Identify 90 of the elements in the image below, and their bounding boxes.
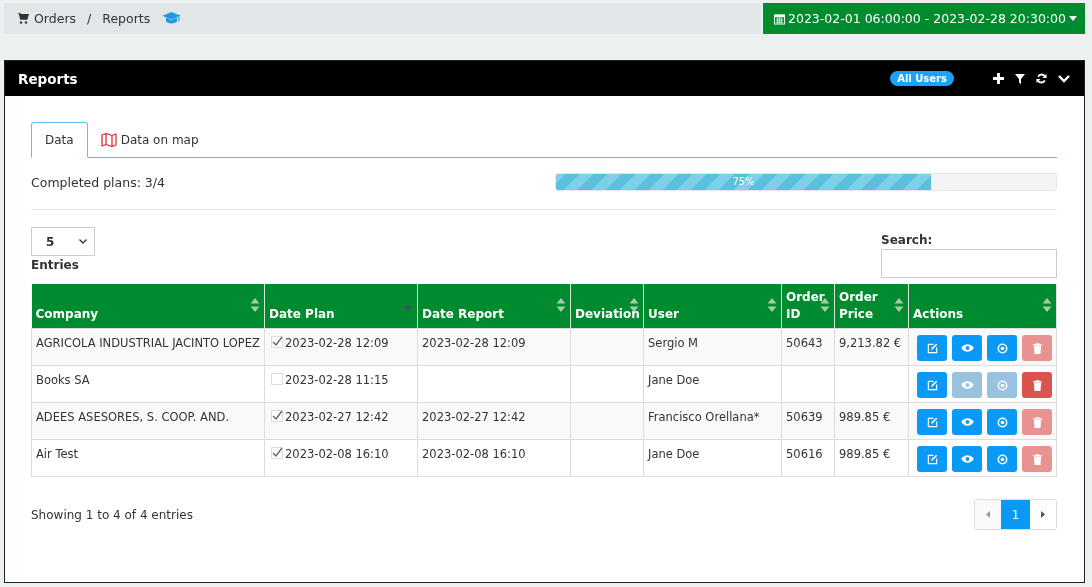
table-cell: 989.85 € (839, 447, 891, 461)
caret-left-icon (986, 511, 990, 518)
sort-icon (250, 298, 260, 312)
trash-icon (1032, 453, 1042, 465)
entries-select[interactable]: 5 (31, 227, 95, 256)
table-cell: Jane Doe (648, 373, 700, 387)
column-header[interactable]: Order Price (834, 284, 909, 329)
column-header[interactable]: Date Plan (264, 284, 418, 329)
table-cell: 2023-02-27 12:42 (422, 410, 526, 424)
target-icon (996, 453, 1008, 465)
plus-icon[interactable] (993, 73, 1004, 84)
breadcrumb-separator: / (87, 11, 92, 26)
date-range-button[interactable]: 2023-02-01 06:00:00 - 2023-02-28 20:30:00 (763, 3, 1085, 34)
breadcrumb-link[interactable]: Reports (102, 11, 151, 26)
breadcrumb-link[interactable]: Orders (34, 11, 77, 26)
table-cell: 50639 (786, 410, 823, 424)
trash-icon (1032, 342, 1042, 354)
page-button[interactable]: 1 (1001, 500, 1030, 529)
table-cell: 2023-02-08 16:10 (285, 447, 389, 461)
target-icon (996, 342, 1008, 354)
cart-icon (17, 13, 29, 24)
sort-icon (894, 298, 904, 312)
column-header[interactable]: User (643, 284, 782, 329)
target-button[interactable] (987, 409, 1017, 435)
edit-button[interactable] (917, 409, 947, 435)
table-cell: Air Test (36, 447, 79, 461)
table-cell: 2023-02-28 12:09 (422, 336, 526, 350)
search-label: Search: (881, 233, 934, 247)
eye-icon (960, 344, 974, 352)
map-icon (100, 132, 117, 147)
eye-icon (960, 455, 974, 463)
completed-plans-label: Completed plans: 3/4 (31, 174, 165, 190)
table-cell: Books SA (36, 373, 90, 387)
edit-button[interactable] (917, 372, 947, 398)
refresh-icon[interactable] (1036, 73, 1047, 84)
table-cell: 989.85 € (839, 410, 891, 424)
table-cell: Jane Doe (648, 447, 700, 461)
view-button[interactable] (952, 409, 982, 435)
sort-icon (767, 298, 777, 312)
table-cell: 2023-02-27 12:42 (285, 410, 389, 424)
calendar-icon (774, 12, 785, 25)
search-field[interactable] (881, 249, 1057, 278)
table-info: Showing 1 to 4 of 4 entries (31, 507, 193, 522)
table-cell: AGRICOLA INDUSTRIAL JACINTO LOPEZ (36, 336, 260, 350)
caret-right-icon (1041, 511, 1045, 518)
edit-icon (926, 379, 938, 391)
column-header[interactable]: Order ID (781, 284, 835, 329)
edit-button[interactable] (917, 446, 947, 472)
sort-icon (1042, 298, 1052, 312)
edit-icon (926, 453, 938, 465)
tab[interactable]: Data on map (87, 122, 212, 157)
trash-icon (1032, 379, 1042, 391)
target-button[interactable] (987, 335, 1017, 361)
table-cell: 50616 (786, 447, 823, 461)
sort-descending-icon (403, 306, 413, 312)
view-button[interactable] (952, 335, 982, 361)
chevron-down-icon (79, 239, 87, 244)
table-cell: Sergio M (648, 336, 698, 350)
edit-icon (926, 416, 938, 428)
eye-icon (960, 418, 974, 426)
table-cell: 2023-02-28 12:09 (285, 336, 389, 350)
users-badge[interactable]: All Users (890, 71, 954, 86)
column-header[interactable]: Actions (908, 284, 1057, 329)
edit-button[interactable] (917, 335, 947, 361)
panel-title: Reports (18, 70, 79, 87)
table-cell: 2023-02-28 11:15 (285, 373, 389, 387)
caret-icon (1069, 16, 1077, 21)
sort-icon (556, 298, 566, 312)
progress-reading: 75% (732, 176, 755, 187)
entries-label: Entries (31, 258, 80, 272)
column-header[interactable]: Deviation (570, 284, 644, 329)
edit-icon (926, 342, 938, 354)
target-icon (996, 416, 1008, 428)
column-header[interactable]: Date Report (417, 284, 571, 329)
table-cell: Francisco Orellana* (648, 410, 760, 424)
target-icon (996, 379, 1008, 391)
table-cell: ADEES ASESORES, S. COOP. AND. (36, 410, 230, 424)
delete-button[interactable] (1022, 372, 1052, 398)
eye-icon (960, 381, 974, 389)
chevron-down-icon[interactable] (1058, 74, 1070, 83)
column-header[interactable]: Company (31, 284, 265, 329)
target-button[interactable] (987, 446, 1017, 472)
tab[interactable]: Data (31, 122, 88, 158)
trash-icon (1032, 416, 1042, 428)
table-cell: 50643 (786, 336, 823, 350)
table-cell: 9,213.82 € (839, 336, 902, 350)
filter-icon[interactable] (1015, 73, 1025, 84)
view-button[interactable] (952, 446, 982, 472)
table-cell: 2023-02-08 16:10 (422, 447, 526, 461)
graduation-cap-icon (162, 12, 182, 25)
